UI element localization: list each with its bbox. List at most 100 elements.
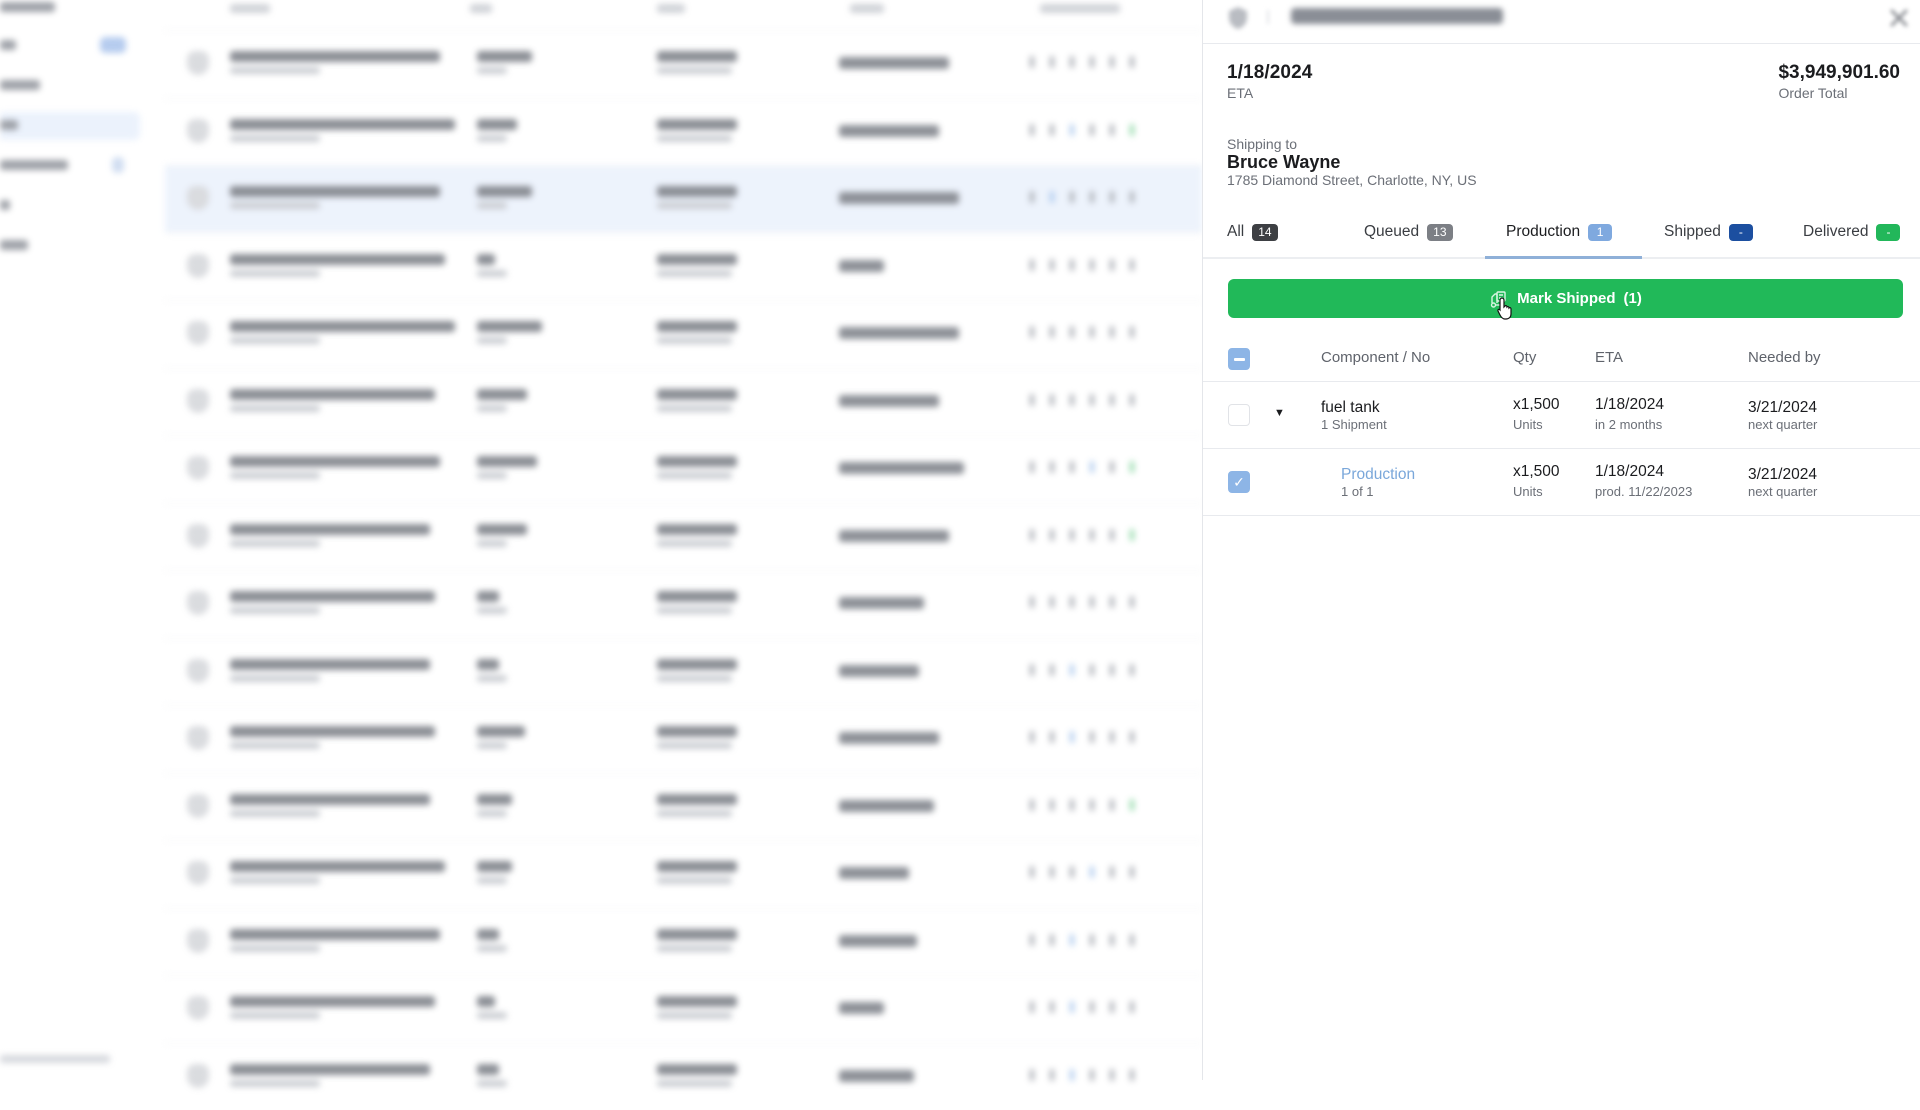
row-checkbox[interactable] (1228, 404, 1250, 426)
eta-sub-blurred (657, 607, 732, 614)
order-row[interactable] (165, 367, 1202, 435)
schedule-marker (1090, 1068, 1094, 1081)
column-header-eta[interactable]: ETA (1595, 349, 1623, 366)
tab-label: Production (1506, 223, 1581, 240)
schedule-markers (1030, 798, 1170, 812)
order-row[interactable] (165, 165, 1202, 232)
order-row[interactable] (165, 570, 1202, 637)
tab-label: Delivered (1803, 223, 1869, 240)
eta-sub-blurred (657, 67, 732, 74)
shield-icon (187, 118, 209, 143)
eta-blurred (657, 591, 737, 602)
shield-icon (187, 1063, 209, 1088)
order-row[interactable] (165, 1042, 1202, 1110)
schedule-marker (1110, 393, 1114, 406)
order-row[interactable] (165, 232, 1202, 300)
tab-shipped[interactable]: Shipped - (1664, 205, 1753, 259)
shield-icon (187, 793, 209, 818)
schedule-marker (1130, 56, 1134, 68)
qty-unit-blurred (477, 742, 507, 749)
eta-blurred (657, 51, 737, 62)
order-row[interactable] (165, 300, 1202, 367)
schedule-marker (1050, 663, 1054, 676)
order-row[interactable] (165, 772, 1202, 840)
qty-unit: Units (1513, 417, 1543, 432)
order-row[interactable] (165, 30, 1202, 97)
qty-unit: Units (1513, 484, 1543, 499)
sidebar-item[interactable] (0, 0, 140, 20)
schedule-markers (1030, 55, 1170, 69)
sidebar-item-active[interactable] (0, 112, 140, 140)
tab-count-badge: 1 (1588, 223, 1613, 241)
qty-unit-blurred (477, 1012, 507, 1019)
eta-value: 1/18/2024 (1595, 463, 1664, 480)
eta-blurred (657, 928, 737, 940)
sidebar-item[interactable] (0, 152, 140, 178)
tab-queued[interactable]: Queued 13 (1364, 205, 1453, 259)
select-all-checkbox[interactable] (1228, 348, 1250, 370)
shipment-status-link[interactable]: Production (1341, 466, 1415, 484)
qty-unit-blurred (477, 877, 507, 884)
recipient-name: Bruce Wayne (1227, 152, 1341, 172)
schedule-marker (1110, 1001, 1114, 1013)
order-number-blurred (230, 996, 435, 1007)
needed-by-value: 3/21/2024 (1748, 466, 1817, 483)
order-row[interactable] (165, 907, 1202, 975)
sidebar-item[interactable] (0, 192, 140, 218)
qty-blurred (477, 321, 542, 332)
eta-blurred (657, 1063, 737, 1075)
forklift-icon (1490, 290, 1506, 308)
schedule-marker (1050, 191, 1054, 203)
schedule-marker (1030, 866, 1034, 878)
sidebar-item[interactable] (0, 32, 140, 58)
order-sub-blurred (230, 337, 320, 344)
sidebar-item[interactable] (0, 72, 140, 98)
schedule-marker (1090, 191, 1094, 203)
schedule-marker (1090, 866, 1094, 878)
expand-caret-icon[interactable]: ▼ (1274, 407, 1285, 419)
component-row[interactable]: ▼ fuel tank 1 Shipment x1,500 Units 1/18… (1203, 382, 1920, 449)
sidebar-item[interactable] (0, 232, 140, 258)
order-row[interactable] (165, 840, 1202, 907)
tab-production[interactable]: Production 1 (1506, 205, 1613, 259)
tab-all[interactable]: All 14 (1227, 205, 1278, 259)
eta-sub-blurred (657, 134, 732, 142)
schedule-marker (1090, 258, 1094, 271)
order-row[interactable] (165, 975, 1202, 1042)
order-number-blurred (230, 51, 440, 62)
schedule-marker (1090, 326, 1094, 338)
order-row[interactable] (165, 435, 1202, 502)
tab-delivered[interactable]: Delivered - (1803, 205, 1901, 259)
tab-count-badge: 13 (1427, 223, 1453, 241)
order-row[interactable] (165, 97, 1202, 165)
column-header-component[interactable]: Component / No (1321, 349, 1430, 366)
column-header-qty[interactable]: Qty (1513, 349, 1536, 366)
schedule-marker (1070, 731, 1074, 743)
shipment-row[interactable]: ✓ Production 1 of 1 x1,500 Units 1/18/20… (1203, 449, 1920, 516)
qty-value: x1,500 (1513, 463, 1560, 480)
schedule-marker (1110, 258, 1114, 271)
column-header-needed-by[interactable]: Needed by (1748, 349, 1821, 366)
shield-icon (187, 861, 209, 885)
shield-icon (187, 388, 209, 413)
schedule-marker (1110, 866, 1114, 878)
row-checkbox-checked[interactable]: ✓ (1228, 471, 1250, 493)
eta-relative: in 2 months (1595, 417, 1663, 432)
schedule-marker (1050, 731, 1054, 743)
order-sub-blurred (230, 269, 320, 277)
total-blurred (839, 462, 964, 474)
mark-shipped-button[interactable]: Mark Shipped (1) (1228, 279, 1903, 318)
close-button[interactable] (1885, 4, 1913, 32)
schedule-marker (1070, 56, 1074, 68)
total-blurred (839, 192, 959, 204)
order-row[interactable] (165, 637, 1202, 705)
order-sub-blurred (230, 809, 320, 817)
total-blurred (839, 57, 949, 69)
eta-sub-blurred (657, 337, 732, 344)
tab-label: Queued (1364, 223, 1420, 240)
order-row[interactable] (165, 705, 1202, 772)
orders-table (165, 0, 1202, 1088)
components-table: Component / No Qty ETA Needed by ▼ fuel … (1203, 334, 1920, 516)
order-number-blurred (230, 793, 430, 805)
order-row[interactable] (165, 502, 1202, 570)
